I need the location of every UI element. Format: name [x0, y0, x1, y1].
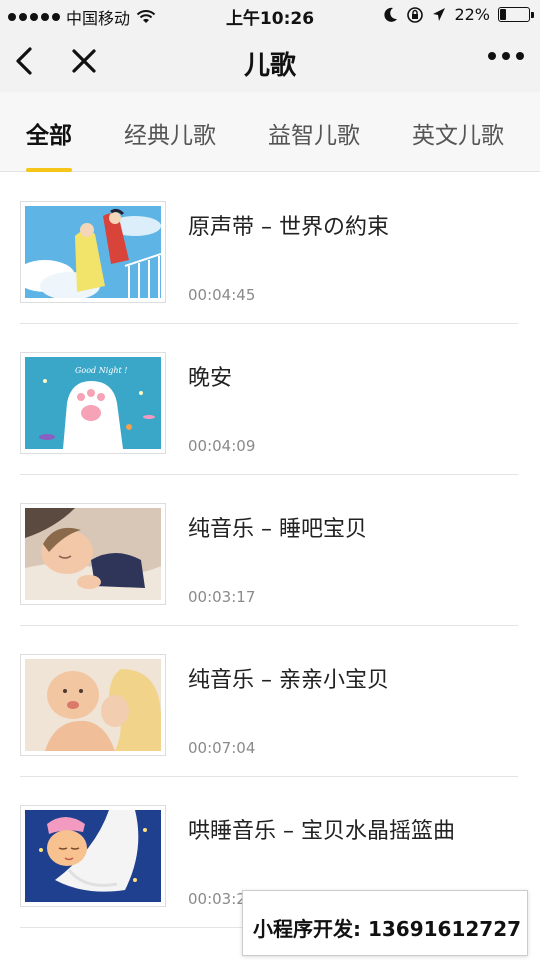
rotation-lock-icon	[407, 6, 424, 23]
status-bar: 中国移动 上午10:26 22%	[0, 0, 540, 30]
battery-percent: 22%	[454, 5, 490, 24]
good-night-paw-image: Good Night !	[25, 357, 161, 449]
sky-girl-balcony-image	[25, 206, 161, 298]
song-title: 哄睡音乐 – 宝贝水晶摇篮曲	[188, 819, 455, 844]
song-duration: 00:04:09	[188, 437, 256, 455]
tab-all[interactable]: 全部	[26, 116, 72, 150]
battery-fill	[500, 9, 506, 20]
location-arrow-icon	[433, 7, 446, 21]
list-item[interactable]: 纯音乐 – 睡吧宝贝 00:03:17	[0, 475, 540, 626]
developer-contact-text: 小程序开发: 13691612727	[253, 917, 522, 941]
good-night-text: Good Night !	[75, 366, 128, 375]
song-duration: 00:07:04	[188, 739, 256, 757]
tab-classic-songs[interactable]: 经典儿歌	[124, 116, 216, 150]
status-right: 22%	[384, 5, 534, 24]
mother-kissing-baby-image	[25, 659, 161, 751]
list-item[interactable]: Good Night ! 晚安 00:04:09	[0, 324, 540, 475]
song-title: 晚安	[188, 366, 233, 391]
developer-contact-banner[interactable]: 小程序开发: 13691612727	[242, 890, 528, 956]
song-title: 原声带 – 世界の約束	[188, 215, 389, 240]
list-item[interactable]: 纯音乐 – 亲亲小宝贝 00:07:04	[0, 626, 540, 777]
song-title: 纯音乐 – 亲亲小宝贝	[188, 668, 389, 693]
tab-educational-songs[interactable]: 益智儿歌	[268, 116, 360, 150]
song-thumbnail: Good Night !	[20, 352, 166, 454]
category-tabs: 全部 经典儿歌 益智儿歌 英文儿歌	[0, 92, 540, 172]
song-title: 纯音乐 – 睡吧宝贝	[188, 517, 367, 542]
tab-english-songs[interactable]: 英文儿歌	[412, 116, 504, 150]
page-title: 儿歌	[243, 51, 296, 81]
cartoon-baby-hammock-image	[25, 810, 161, 902]
more-dots-icon[interactable]	[488, 52, 524, 60]
battery-icon	[498, 7, 534, 22]
song-duration: 00:04:45	[188, 286, 256, 304]
song-thumbnail	[20, 805, 166, 907]
moon-icon	[384, 7, 398, 22]
song-list: 原声带 – 世界の約束 00:04:45 Good Night ! 晚安 00:…	[0, 173, 540, 928]
song-thumbnail	[20, 654, 166, 756]
song-duration: 00:03:2	[188, 890, 246, 908]
song-thumbnail	[20, 201, 166, 303]
active-tab-indicator	[26, 168, 72, 172]
list-item[interactable]: 原声带 – 世界の約束 00:04:45	[0, 173, 540, 324]
song-duration: 00:03:17	[188, 588, 256, 606]
song-thumbnail	[20, 503, 166, 605]
sleeping-baby-image	[25, 508, 161, 600]
nav-bar: 儿歌	[0, 30, 540, 92]
